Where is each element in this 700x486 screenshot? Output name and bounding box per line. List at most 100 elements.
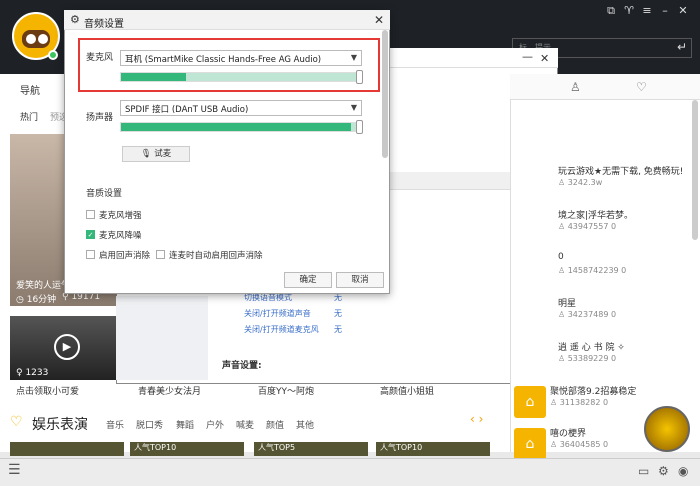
hotkey-name[interactable]: 关闭/打开频道麦克风 bbox=[244, 324, 319, 335]
room-viewers-value: 31138282 bbox=[559, 398, 601, 407]
close-icon[interactable]: ✕ bbox=[374, 13, 384, 27]
ent-thumbnail[interactable]: 人气TOP5 bbox=[254, 442, 368, 456]
echo-cancel-checkbox[interactable] bbox=[86, 250, 95, 259]
minimize-icon[interactable]: — bbox=[522, 50, 533, 63]
mic-boost-checkbox[interactable] bbox=[86, 210, 95, 219]
slider-handle[interactable] bbox=[356, 120, 363, 134]
auto-echo-cancel-checkbox[interactable] bbox=[156, 250, 165, 259]
test-mic-label: 试麦 bbox=[154, 149, 172, 159]
ent-thumbnail[interactable]: 人气TOP10 bbox=[130, 442, 244, 456]
settings-sidebar bbox=[116, 296, 208, 380]
room-house-icon[interactable]: ⌂ bbox=[514, 428, 546, 460]
room-title[interactable]: 聚悦部落9.2招募稳定 bbox=[550, 384, 636, 397]
section-title: 娱乐表演 bbox=[32, 417, 88, 433]
nav-title[interactable]: 导航 bbox=[20, 82, 40, 97]
speaker-level-meter[interactable] bbox=[120, 120, 363, 134]
room-title[interactable]: 境之家|浮华若梦。 bbox=[558, 208, 633, 221]
room-title[interactable]: 0 bbox=[558, 252, 564, 262]
card-caption[interactable]: 百度YY～阿炮 bbox=[258, 384, 314, 397]
close-icon[interactable]: ✕ bbox=[540, 52, 549, 65]
room-title[interactable]: 逍 遥 心 书 院 ✧ bbox=[558, 340, 625, 353]
room-viewers: ♙ 43947557 0 bbox=[558, 222, 617, 231]
duration-value: 16分钟 bbox=[26, 295, 57, 305]
mic-device-value: 耳机 (SmartMike Classic Hands-Free AG Audi… bbox=[125, 55, 322, 65]
ent-tab[interactable]: 喊麦 bbox=[236, 418, 254, 431]
mic-label: 麦克风 bbox=[86, 53, 114, 63]
mic-device-select[interactable]: 耳机 (SmartMike Classic Hands-Free AG Audi… bbox=[120, 50, 362, 66]
menu-icon[interactable]: ☰ bbox=[8, 462, 21, 478]
hotkey-value[interactable]: 无 bbox=[334, 324, 342, 335]
room-title[interactable]: 嘻の梗界 bbox=[550, 426, 586, 439]
room-viewers: ♙ 31138282 0 bbox=[550, 398, 609, 407]
rank-badge-icon[interactable] bbox=[644, 406, 690, 452]
dialog-scrollbar[interactable] bbox=[382, 30, 388, 158]
mic-boost-label[interactable]: 麦克风增强 bbox=[99, 209, 142, 221]
room-count: 0 bbox=[621, 266, 627, 275]
window-close-icon[interactable]: ✕ bbox=[676, 4, 690, 18]
cancel-button[interactable]: 取消 bbox=[336, 272, 384, 288]
room-title[interactable]: 明星 bbox=[558, 296, 576, 309]
room-count: 0 bbox=[610, 310, 617, 319]
mic-level-fill bbox=[121, 73, 186, 81]
card-caption[interactable]: 高颜值小姐姐 bbox=[380, 384, 434, 397]
room-count: 0 bbox=[602, 398, 609, 407]
mic-level-meter[interactable] bbox=[120, 70, 363, 84]
room-viewers: ♙ 53389229 0 bbox=[558, 354, 617, 363]
room-house-icon[interactable]: ⌂ bbox=[514, 386, 546, 418]
thumbnail-caption: 爱笑的人运气 bbox=[16, 281, 71, 291]
ent-tab[interactable]: 户外 bbox=[206, 418, 224, 431]
speaker-label: 扬声器 bbox=[86, 113, 114, 123]
room-viewers: ♙ 34237489 0 bbox=[558, 310, 617, 319]
audio-icon[interactable]: ◉ bbox=[678, 464, 688, 478]
window-skin-icon[interactable]: ♈ bbox=[622, 4, 636, 18]
quality-settings-title: 音质设置 bbox=[86, 189, 123, 199]
ent-thumbnail[interactable] bbox=[10, 442, 124, 456]
scrollbar[interactable] bbox=[692, 100, 698, 240]
viewer-count-value: 1233 bbox=[25, 368, 49, 378]
dialog-title: 音频设置 bbox=[84, 19, 124, 30]
speaker-level-fill bbox=[121, 123, 352, 131]
online-status-dot bbox=[48, 50, 58, 60]
settings-icon[interactable]: ⚙ bbox=[658, 464, 669, 478]
heart-icon: ♡ bbox=[10, 414, 23, 430]
ok-button[interactable]: 确定 bbox=[284, 272, 332, 288]
enter-icon[interactable]: ↵ bbox=[677, 40, 687, 54]
noise-reduction-checkbox[interactable]: ✓ bbox=[86, 230, 95, 239]
test-mic-button[interactable]: 🎙 试麦 bbox=[122, 146, 190, 162]
heart-icon[interactable]: ♡ bbox=[636, 80, 647, 94]
card-caption[interactable]: 青春美少女法月 bbox=[138, 384, 201, 397]
room-viewers-value: 36404585 bbox=[559, 440, 601, 449]
room-viewers-value: 3242.3w bbox=[567, 178, 603, 187]
hotkey-name[interactable]: 关闭/打开频道声音 bbox=[244, 308, 311, 319]
play-icon[interactable]: ▶ bbox=[54, 334, 80, 360]
carousel-arrows-icon[interactable]: ‹ › bbox=[470, 412, 483, 426]
echo-cancel-label[interactable]: 启用回声消除 bbox=[99, 249, 150, 261]
speaker-device-select[interactable]: SPDIF 接口 (DAnT USB Audio) ▼ bbox=[120, 100, 362, 116]
ent-tab[interactable]: 颜值 bbox=[266, 418, 284, 431]
slider-handle[interactable] bbox=[356, 70, 363, 84]
chevron-down-icon: ▼ bbox=[350, 103, 357, 112]
ent-tab[interactable]: 音乐 bbox=[106, 418, 124, 431]
ent-tab[interactable]: 脱口秀 bbox=[136, 418, 163, 431]
ent-tab[interactable]: 舞蹈 bbox=[176, 418, 194, 431]
noise-reduction-label[interactable]: 麦克风降噪 bbox=[99, 229, 142, 241]
auto-echo-cancel-label[interactable]: 连麦时自动启用回声消除 bbox=[169, 249, 263, 261]
chevron-down-icon: ▼ bbox=[350, 53, 357, 62]
speaker-device-value: SPDIF 接口 (DAnT USB Audio) bbox=[125, 105, 249, 115]
room-viewers: ♙ 1458742239 0 bbox=[558, 266, 627, 275]
window-minimize-icon[interactable]: – bbox=[658, 4, 672, 18]
thumbnail-duration: ◷ 16分钟 bbox=[16, 295, 57, 305]
ent-thumbnail[interactable]: 人气TOP10 bbox=[376, 442, 490, 456]
sub-nav-hot[interactable]: 热门 bbox=[20, 110, 38, 123]
card-caption[interactable]: 点击领取小可爱 bbox=[16, 384, 79, 397]
window-pin-icon[interactable]: ⧉ bbox=[604, 4, 618, 18]
video-icon[interactable]: ▭ bbox=[638, 464, 649, 478]
ent-tab[interactable]: 其他 bbox=[296, 418, 314, 431]
room-title[interactable]: 玩云游戏★无需下载, 免费畅玩! bbox=[558, 164, 683, 177]
viewer-count: ♀ 1233 bbox=[16, 368, 49, 378]
window-menu-icon[interactable]: ≡ bbox=[640, 4, 654, 18]
room-viewers-value: 1458742239 bbox=[567, 266, 619, 275]
user-icon[interactable]: ♙ bbox=[570, 80, 581, 94]
hotkey-value[interactable]: 无 bbox=[334, 308, 342, 319]
avatar-eye bbox=[26, 34, 36, 44]
